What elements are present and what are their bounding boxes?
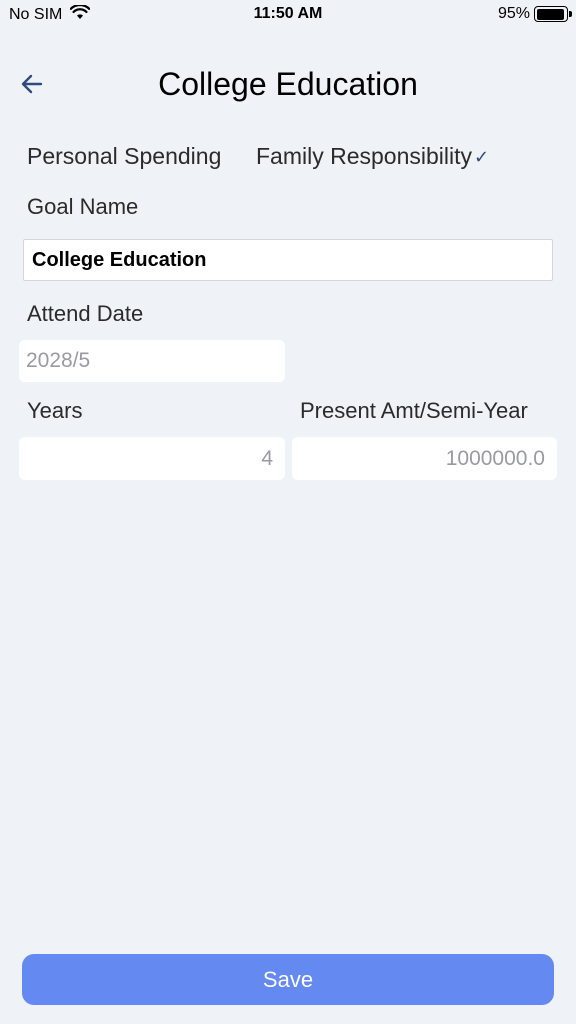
battery-icon (534, 6, 572, 22)
goal-name-label: Goal Name (27, 194, 139, 219)
save-button[interactable]: Save (22, 954, 554, 1005)
years-input[interactable]: 4 (19, 437, 285, 480)
status-right: 95% (497, 5, 572, 23)
battery-percent: 95% (497, 5, 530, 22)
present-amt-input[interactable]: 1000000.0 (292, 437, 557, 480)
present-amt-label: Present Amt/Semi-Year (300, 398, 528, 423)
tab-family-responsibility[interactable]: Family Responsibility ✓ (256, 143, 489, 170)
status-time: 11:50 AM (253, 5, 323, 22)
years-label: Years (27, 398, 83, 423)
page-title: College Education (158, 66, 418, 102)
attend-date-field[interactable]: 2028/5 (19, 340, 285, 382)
goal-name-input[interactable]: College Education (23, 239, 553, 281)
tab-personal-spending[interactable]: Personal Spending (27, 143, 221, 170)
tab-family-label: Family Responsibility (256, 143, 473, 169)
attend-date-label: Attend Date (27, 301, 144, 326)
checkmark-icon: ✓ (474, 147, 490, 167)
status-bar: No SIM 11:50 AM 95% (0, 0, 576, 32)
